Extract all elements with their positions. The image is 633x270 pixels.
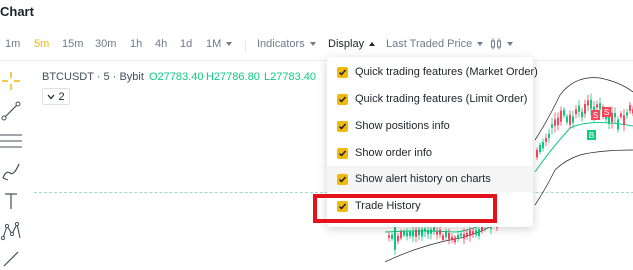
menu-item-show-orders[interactable]: Show order info	[327, 140, 533, 166]
trade-marker-label: S	[593, 111, 598, 120]
trade-marker-buy[interactable]: B	[587, 130, 596, 140]
menu-item-label: Quick trading features (Market Order)	[355, 66, 538, 78]
trade-marker-label: B	[589, 131, 594, 140]
trade-marker-label: S	[604, 108, 609, 117]
menu-item-show-alert-history[interactable]: Show alert history on charts	[327, 166, 533, 192]
checkbox-checked-icon[interactable]	[337, 93, 348, 105]
checkbox-checked-icon[interactable]	[337, 173, 348, 185]
menu-item-label: Show alert history on charts	[355, 173, 491, 185]
menu-item-label: Show order info	[355, 147, 433, 159]
highlight-box	[313, 194, 497, 223]
menu-item-show-positions[interactable]: Show positions info	[327, 113, 533, 139]
menu-item-label: Quick trading features (Limit Order)	[355, 93, 528, 105]
checkbox-checked-icon[interactable]	[337, 66, 348, 78]
checkbox-checked-icon[interactable]	[337, 147, 348, 159]
menu-item-quick-trading-limit[interactable]: Quick trading features (Limit Order)	[327, 86, 533, 112]
menu-item-quick-trading-market[interactable]: Quick trading features (Market Order)	[327, 59, 538, 85]
checkbox-checked-icon[interactable]	[337, 120, 348, 132]
trade-marker-sell[interactable]: S	[591, 110, 600, 120]
trade-marker-sell[interactable]: S	[602, 107, 611, 117]
menu-item-label: Show positions info	[355, 120, 450, 132]
